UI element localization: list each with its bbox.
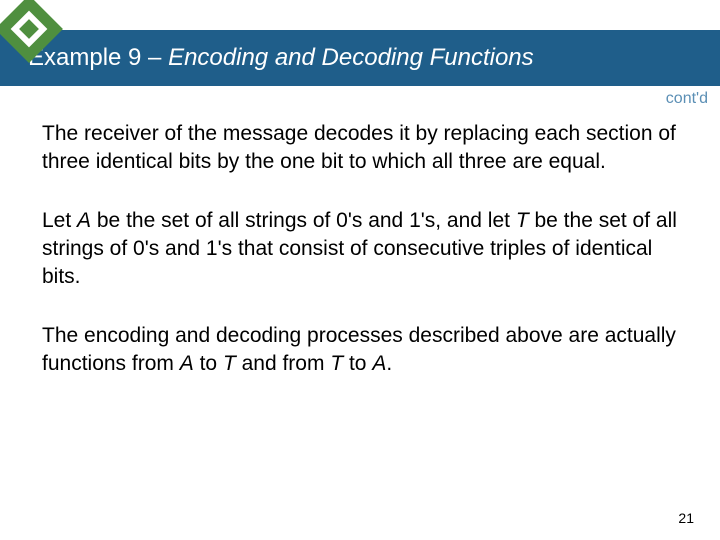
page-number: 21 [678,510,694,526]
logo-diamond-inner [11,11,48,48]
text: The receiver of the message decodes it b… [42,122,676,173]
slide-title: Example 9 – Encoding and Decoding Functi… [28,44,534,72]
slide-header: Example 9 – Encoding and Decoding Functi… [0,30,720,86]
logo-diamond-core [19,19,39,39]
text: to [343,352,372,375]
text: Let [42,209,77,232]
paragraph-2: Let A be the set of all strings of 0's a… [42,207,678,292]
paragraph-1: The receiver of the message decodes it b… [42,120,678,177]
paragraph-3: The encoding and decoding processes desc… [42,322,678,379]
var-a: A [180,352,194,375]
text: and from [236,352,331,375]
text: to [194,352,223,375]
title-prefix: Example 9 – [28,44,168,71]
var-t: T [516,209,529,232]
title-subject: Encoding and Decoding Functions [168,44,534,71]
var-t: T [330,352,343,375]
var-a: A [372,352,386,375]
text: be the set of all strings of 0's and 1's… [91,209,516,232]
var-a: A [77,209,91,232]
var-t: T [223,352,236,375]
continued-label: cont'd [666,90,708,108]
text: . [386,352,392,375]
slide-body: The receiver of the message decodes it b… [42,120,678,408]
